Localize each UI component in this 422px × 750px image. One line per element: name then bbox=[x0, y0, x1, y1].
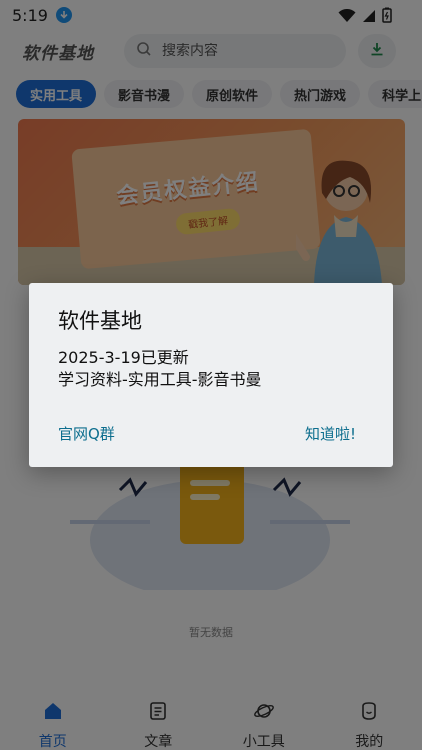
dialog-message-line1: 2025-3-19已更新 bbox=[58, 348, 189, 367]
update-dialog: 软件基地 2025-3-19已更新 学习资料-实用工具-影音书曼 官网Q群 知道… bbox=[29, 283, 393, 467]
dialog-message-line2: 学习资料-实用工具-影音书曼 bbox=[58, 370, 262, 389]
got-it-button[interactable]: 知道啦! bbox=[305, 423, 356, 444]
official-group-button[interactable]: 官网Q群 bbox=[58, 423, 115, 444]
dialog-message: 2025-3-19已更新 学习资料-实用工具-影音书曼 bbox=[58, 347, 262, 391]
dialog-title: 软件基地 bbox=[58, 309, 142, 333]
